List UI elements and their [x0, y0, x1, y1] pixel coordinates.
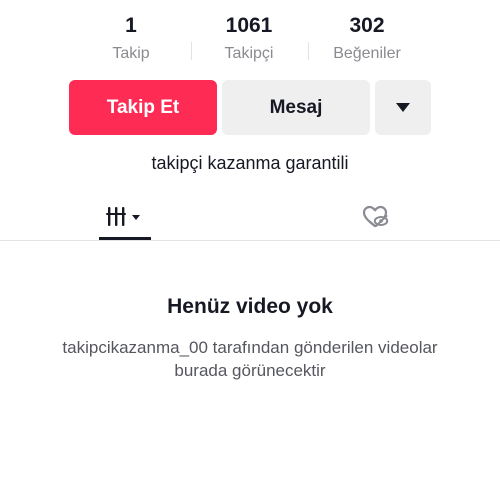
followers-count: 1061: [225, 14, 273, 37]
likes-label: Beğeniler: [333, 45, 401, 62]
empty-state-description: takipcikazanma_00 tarafından gönderilen …: [40, 336, 460, 382]
follow-button[interactable]: Takip Et: [69, 80, 217, 135]
empty-state-line-2: burada görünecektir: [174, 361, 326, 380]
following-count: 1: [125, 14, 137, 37]
stat-followers[interactable]: 1061 Takipçi: [194, 12, 304, 68]
profile-tabs: [0, 193, 500, 241]
empty-state-line-1: takipcikazanma_00 tarafından gönderilen …: [62, 338, 438, 357]
profile-stats: 1 Takip 1061 Takipçi 302 Beğeniler: [0, 12, 500, 70]
caret-down-icon: [396, 103, 410, 112]
likes-count: 302: [349, 14, 385, 37]
followers-label: Takipçi: [224, 45, 274, 62]
stat-following[interactable]: 1 Takip: [76, 12, 186, 68]
profile-actions: Takip Et Mesaj: [0, 80, 500, 136]
empty-state-title: Henüz video yok: [167, 295, 333, 318]
profile-bio: takipçi kazanma garantili: [151, 153, 349, 173]
hidden-heart-icon: [362, 205, 389, 227]
tabs-divider: [0, 240, 500, 241]
tab-videos[interactable]: [98, 193, 151, 240]
stat-divider: [308, 42, 309, 60]
tab-liked[interactable]: [350, 193, 400, 240]
stat-likes[interactable]: 302 Beğeniler: [312, 12, 422, 68]
more-options-button[interactable]: [375, 80, 431, 135]
stat-divider: [191, 42, 192, 60]
message-button[interactable]: Mesaj: [222, 80, 370, 135]
following-label: Takip: [112, 45, 150, 62]
grid-lines-icon: [105, 206, 140, 226]
